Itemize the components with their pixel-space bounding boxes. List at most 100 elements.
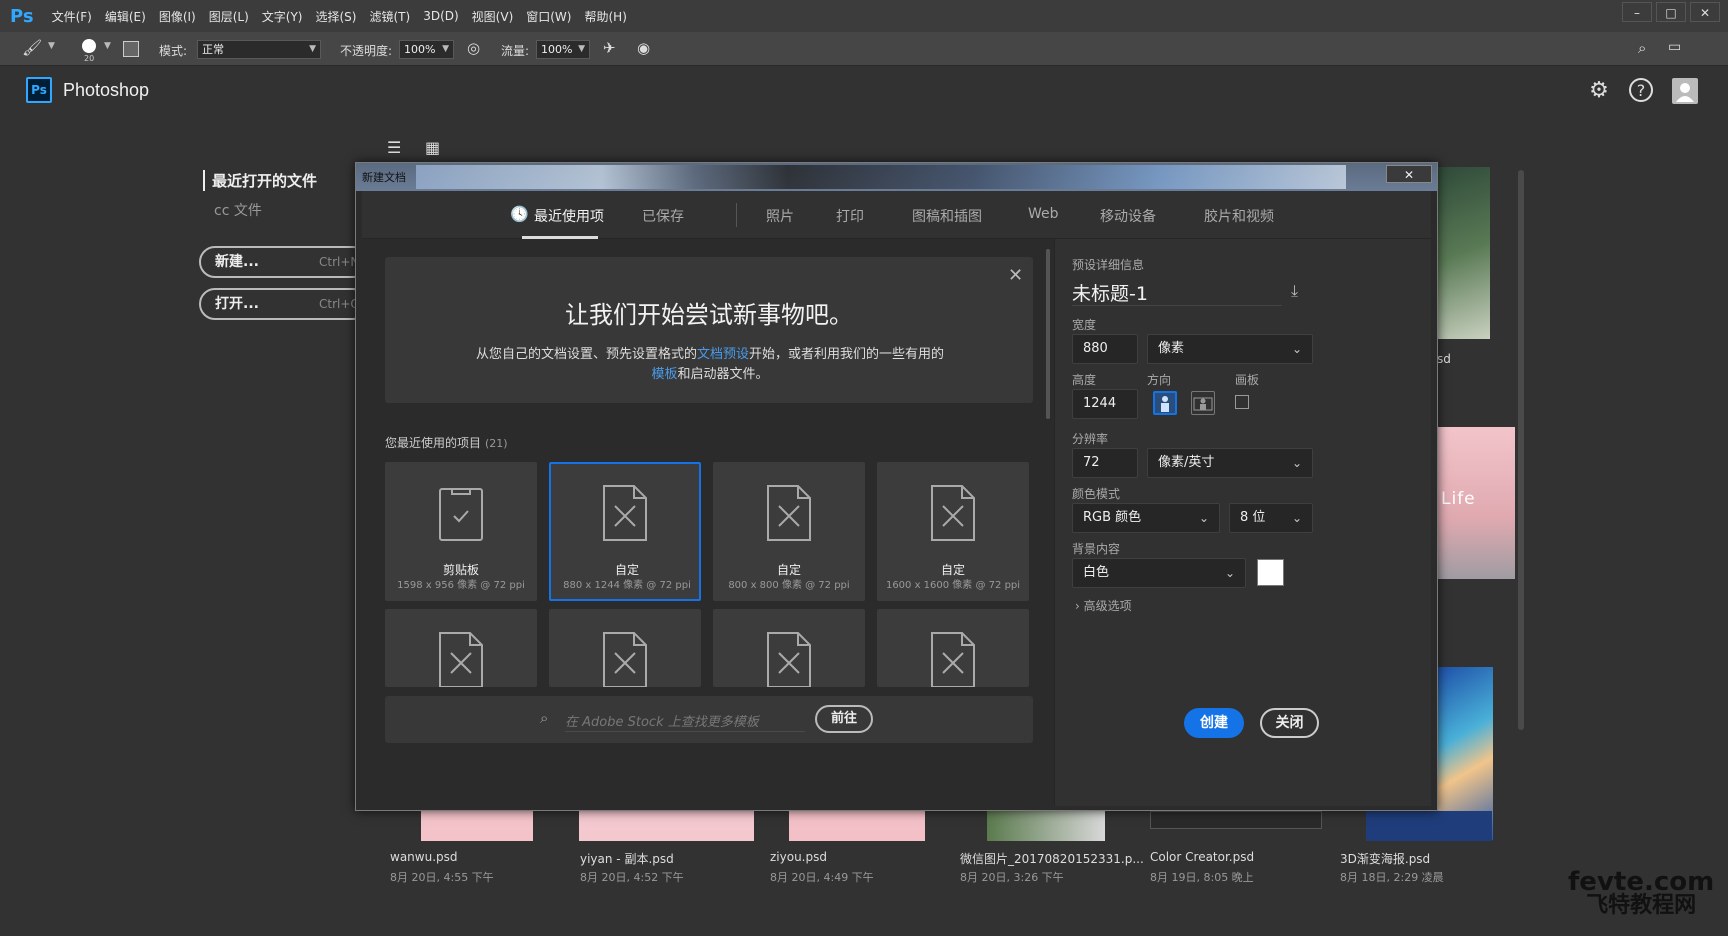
brush-chevron-icon[interactable]: ▼ [104,41,111,51]
menu-view[interactable]: 视图(V) [472,8,514,25]
menu-image[interactable]: 图像(I) [159,8,196,25]
menu-help[interactable]: 帮助(H) [584,8,626,25]
document-name-input[interactable]: 未标题-1 [1072,279,1148,306]
gear-icon[interactable]: ⚙ [1586,78,1612,104]
file-name[interactable]: 微信图片_20170820152331.p... [960,850,1144,867]
home-scrollbar[interactable] [1518,170,1524,730]
height-input[interactable]: 1244 [1072,389,1138,419]
search-icon[interactable]: ⌕ [1638,39,1646,57]
dialog-close-button[interactable]: ✕ [1386,165,1432,183]
menu-type[interactable]: 文字(Y) [262,8,303,25]
width-input[interactable]: 880 [1072,334,1138,364]
file-thumbnail[interactable] [1366,811,1492,841]
presets-scrollbar[interactable] [1046,249,1050,419]
templates-link[interactable]: 模板 [651,367,677,382]
tab-recent[interactable]: 最近使用项 [534,206,604,226]
tab-print[interactable]: 打印 [836,206,864,226]
landscape-orientation-button[interactable] [1191,391,1215,415]
nav-recent-files[interactable]: 最近打开的文件 [203,170,317,191]
create-button[interactable]: 创建 [1184,708,1244,738]
restore-button[interactable]: □ [1656,2,1686,22]
clipboard-icon [439,488,483,541]
file-thumbnail[interactable] [1150,811,1322,829]
custom-document-icon [931,485,975,541]
pressure-size-icon[interactable]: ◉ [637,39,650,57]
background-color-swatch[interactable] [1257,559,1284,586]
window-close-button[interactable]: ✕ [1690,2,1720,22]
resolution-unit-value: 像素/英寸 [1158,455,1215,470]
bit-depth-select[interactable]: 8 位 ⌄ [1229,503,1313,533]
tab-photo[interactable]: 照片 [766,206,794,226]
welcome-panel: ✕ 让我们开始尝试新事物吧。 从您自己的文档设置、预先设置格式的文档预设开始，或… [385,257,1033,403]
preset-card-custom[interactable] [877,609,1029,687]
tab-film-video[interactable]: 胶片和视频 [1204,206,1274,226]
document-presets-link[interactable]: 文档预设 [697,347,749,362]
list-view-icon[interactable]: ☰ [387,138,401,157]
background-value: 白色 [1083,565,1110,580]
menu-layer[interactable]: 图层(L) [209,8,249,25]
file-name[interactable]: Color Creator.psd [1150,850,1254,864]
window-controls: – □ ✕ [1622,2,1720,22]
new-button[interactable]: 新建... Ctrl+N [199,246,369,278]
tab-saved[interactable]: 已保存 [642,206,684,226]
background-select[interactable]: 白色 ⌄ [1072,558,1246,588]
file-thumbnail[interactable] [579,811,754,841]
preset-card-custom[interactable] [549,609,701,687]
preset-card-clipboard[interactable]: 剪贴板 1598 x 956 像素 @ 72 ppi [385,462,537,601]
preset-card-custom[interactable]: 自定 800 x 800 像素 @ 72 ppi [713,462,865,601]
tab-art-illustration[interactable]: 图稿和插图 [912,206,982,226]
resolution-unit-select[interactable]: 像素/英寸 ⌄ [1147,448,1313,478]
minimize-button[interactable]: – [1622,2,1652,22]
file-name[interactable]: ziyou.psd [770,850,827,864]
preset-card-custom[interactable]: 自定 880 x 1244 像素 @ 72 ppi [549,462,701,601]
preset-card-custom[interactable] [713,609,865,687]
preset-card-custom[interactable] [385,609,537,687]
stock-search-input[interactable]: 在 Adobe Stock 上查找更多模板 [565,711,759,730]
mode-select[interactable]: 正常 ▼ [197,40,321,59]
portrait-orientation-button[interactable] [1153,391,1177,415]
artboard-checkbox[interactable] [1235,395,1249,409]
chevron-down-icon[interactable]: ▼ [48,41,55,51]
close-button[interactable]: 关闭 [1260,708,1319,738]
brush-panel-icon[interactable] [123,41,139,57]
stock-go-button[interactable]: 前往 [815,705,873,733]
color-mode-select[interactable]: RGB 颜色 ⌄ [1072,503,1220,533]
advanced-options-toggle[interactable]: › 高级选项 [1075,597,1132,614]
pressure-opacity-icon[interactable]: ◎ [467,39,480,57]
menu-3d[interactable]: 3D(D) [423,9,458,23]
menu-edit[interactable]: 编辑(E) [105,8,146,25]
save-preset-icon[interactable]: ⤓ [1291,281,1298,301]
file-name[interactable]: yiyan - 副本.psd [580,850,674,867]
brush-preview-icon[interactable] [82,39,96,53]
resolution-input[interactable]: 72 [1072,448,1138,478]
open-button[interactable]: 打开... Ctrl+O [199,288,369,320]
help-icon[interactable]: ? [1629,78,1653,102]
menu-filter[interactable]: 滤镜(T) [369,8,410,25]
file-thumbnail[interactable] [789,811,925,841]
tab-web[interactable]: Web [1028,206,1059,222]
file-thumbnail[interactable] [1435,167,1490,339]
chevron-right-icon: › [1075,599,1080,613]
grid-view-icon[interactable]: ▦ [425,138,440,157]
preset-card-custom[interactable]: 自定 1600 x 1600 像素 @ 72 ppi [877,462,1029,601]
file-name[interactable]: wanwu.psd [390,850,458,864]
file-name-fragment: sd [1437,352,1451,366]
opacity-input[interactable]: 100% ▼ [399,40,454,59]
nav-cc-files[interactable]: cc 文件 [214,200,262,220]
width-unit-select[interactable]: 像素 ⌄ [1147,334,1313,364]
file-name[interactable]: 3D渐变海报.psd [1340,850,1430,867]
avatar[interactable] [1672,78,1698,104]
menu-window[interactable]: 窗口(W) [526,8,571,25]
menu-file[interactable]: 文件(F) [52,8,92,25]
workspace-icon[interactable]: ▭ [1668,39,1681,55]
welcome-close-icon[interactable]: ✕ [1008,265,1023,286]
file-thumbnail[interactable] [987,811,1105,841]
dialog-titlebar[interactable]: 新建文档 ✕ [356,163,1437,191]
airbrush-icon[interactable]: ✈ [603,39,616,57]
tab-mobile[interactable]: 移动设备 [1100,206,1156,226]
brush-tool-icon[interactable]: 🖌 [22,38,42,57]
file-thumbnail[interactable]: Life [1435,427,1515,579]
menu-select[interactable]: 选择(S) [316,8,357,25]
file-thumbnail[interactable] [421,811,533,841]
flow-input[interactable]: 100% ▼ [536,40,590,59]
